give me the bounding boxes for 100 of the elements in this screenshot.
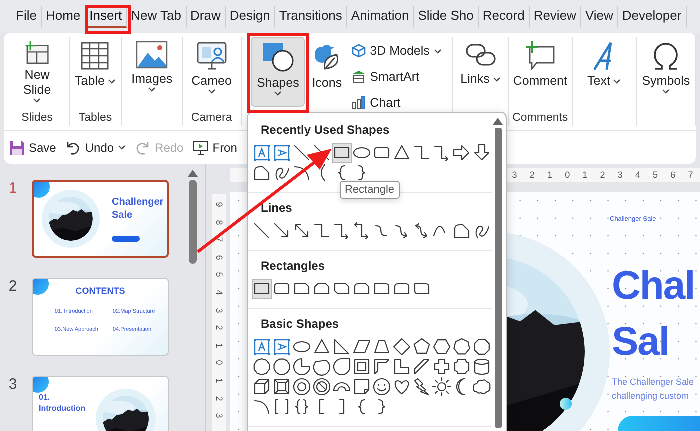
- menu-tab[interactable]: Record: [478, 6, 530, 28]
- l-shape-icon[interactable]: [392, 357, 412, 377]
- smiley-icon[interactable]: [372, 377, 392, 397]
- diagonal-stripe-icon[interactable]: [412, 357, 432, 377]
- section-title: Basic Shapes: [260, 316, 340, 333]
- sun-icon[interactable]: [432, 377, 452, 397]
- ribbon-button[interactable]: Symbols: [637, 37, 695, 107]
- cube-icon[interactable]: [252, 377, 272, 397]
- menu-tab[interactable]: Design: [226, 6, 276, 28]
- menu-tab[interactable]: Slide Sho: [414, 6, 479, 28]
- menu-tab[interactable]: Animation: [347, 6, 414, 28]
- ruler-label: 6: [214, 255, 226, 260]
- group-label: Tables: [78, 112, 112, 124]
- ribbon-button[interactable]: 3D Models: [351, 41, 443, 61]
- ribbon-button[interactable]: Links: [456, 37, 505, 107]
- ribbon-button[interactable]: Comment: [510, 37, 570, 107]
- line-icon[interactable]: [292, 143, 312, 163]
- text-box-icon[interactable]: [252, 143, 272, 163]
- ribbon-button[interactable]: Images: [122, 37, 182, 107]
- slide-title: CONTENTS: [74, 286, 126, 296]
- cloud-icon[interactable]: [472, 377, 492, 397]
- ruler-label: 2: [599, 169, 606, 182]
- rectangle-icon[interactable]: [252, 279, 272, 299]
- scroll-thumb[interactable]: [494, 128, 502, 428]
- hexagon-icon[interactable]: [432, 337, 452, 357]
- rectangle-icon[interactable]: [332, 143, 352, 163]
- teardrop-icon[interactable]: [332, 357, 352, 377]
- ruler-label: 3: [616, 169, 624, 182]
- menu-tab[interactable]: Review: [530, 6, 582, 28]
- section-number: 01.: [39, 393, 50, 402]
- vertical-text-box-icon[interactable]: [272, 143, 292, 163]
- ribbon-button[interactable]: Chart: [351, 93, 443, 113]
- ribbon-button[interactable]: Shapes: [251, 37, 306, 107]
- slide-number: 2: [8, 278, 18, 297]
- ribbon-button[interactable]: Icons: [307, 37, 348, 107]
- lightning-bolt-icon[interactable]: [412, 377, 432, 397]
- frame-icon[interactable]: [352, 357, 372, 377]
- plaque-icon[interactable]: [452, 357, 472, 377]
- scroll-thumb[interactable]: [189, 180, 197, 264]
- slide-thumbnail[interactable]: Challenger Sale: [32, 180, 169, 258]
- ribbon-button[interactable]: Table: [71, 37, 120, 107]
- menu-tab[interactable]: Transitions: [275, 6, 348, 28]
- link-icon: [464, 41, 497, 69]
- ribbon-button[interactable]: Text: [584, 37, 626, 107]
- ruler-label: 6: [670, 169, 677, 182]
- toolbar-button[interactable]: Fron: [192, 140, 238, 156]
- donut-icon[interactable]: [292, 377, 312, 397]
- vertical-text-box-icon[interactable]: [272, 337, 292, 357]
- cube-icon: [352, 44, 366, 58]
- menu-tab[interactable]: View: [581, 6, 618, 28]
- bar-chart-icon: [352, 96, 366, 110]
- ruler-label: 9: [214, 202, 226, 208]
- menu-tab[interactable]: Home: [42, 6, 86, 28]
- slide-title: Introduction: [39, 404, 86, 413]
- toolbar-button[interactable]: Save: [9, 140, 56, 156]
- ribbon-button[interactable]: SmartArt: [351, 67, 443, 87]
- line-icon[interactable]: [252, 221, 272, 241]
- no-symbol-icon[interactable]: [312, 377, 332, 397]
- right-triangle-icon[interactable]: [332, 337, 352, 357]
- toolbar-button[interactable]: Undo: [65, 140, 126, 156]
- save-icon: [9, 140, 25, 156]
- ribbon-button[interactable]: Cameo: [182, 37, 241, 107]
- text-box-icon[interactable]: [252, 337, 272, 357]
- pie-icon[interactable]: [292, 357, 312, 377]
- slide-thumbnail[interactable]: 01. Introduction: [32, 376, 169, 431]
- ribbon-button[interactable]: New Slide: [7, 37, 68, 107]
- slide-title: Chal: [612, 263, 695, 310]
- half-frame-icon[interactable]: [372, 357, 392, 377]
- ruler-label: 8: [214, 220, 226, 225]
- ruler-label: 1: [546, 169, 554, 182]
- group-label: Slides: [22, 112, 53, 124]
- ruler-label: 2: [528, 169, 536, 182]
- heptagon-icon[interactable]: [452, 337, 472, 357]
- scroll-up-icon: [188, 170, 198, 177]
- smartart-icon: [352, 70, 366, 84]
- pentagon-icon[interactable]: [412, 337, 432, 357]
- block-arrow-down-icon[interactable]: [472, 143, 492, 163]
- folded-corner-icon[interactable]: [352, 377, 372, 397]
- slide-number: 3: [8, 376, 18, 395]
- menu-tab[interactable]: Developer: [618, 6, 687, 28]
- block-arrow-right-icon[interactable]: [452, 143, 472, 163]
- section-title: Lines: [260, 200, 294, 217]
- chord-icon[interactable]: [312, 357, 332, 377]
- image-icon: [136, 41, 168, 69]
- menu-tab[interactable]: File: [12, 6, 42, 28]
- cross-icon[interactable]: [432, 357, 452, 377]
- dodecagon-icon[interactable]: [272, 357, 292, 377]
- menu-tab[interactable]: Insert: [86, 6, 128, 28]
- group-label: Camera: [191, 112, 232, 124]
- scroll-up-icon: [493, 118, 503, 125]
- bevel-icon[interactable]: [272, 377, 292, 397]
- decagon-icon[interactable]: [252, 357, 272, 377]
- menu-tab[interactable]: New Tab: [127, 6, 186, 28]
- menu-tab[interactable]: Draw: [186, 6, 226, 28]
- ruler-label: 7: [214, 237, 226, 242]
- can-icon[interactable]: [472, 357, 492, 377]
- ruler-label: 0: [214, 360, 226, 366]
- diamond-icon[interactable]: [392, 337, 412, 357]
- octagon-icon[interactable]: [472, 337, 492, 357]
- slide-number: 1: [8, 180, 18, 199]
